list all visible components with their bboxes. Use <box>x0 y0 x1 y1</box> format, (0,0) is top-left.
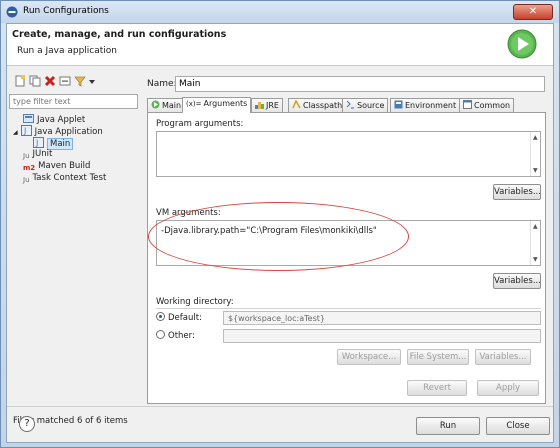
tab-source[interactable]: Source <box>342 98 389 112</box>
tree-item-java-application[interactable]: ◢ J Java Application <box>13 125 103 137</box>
new-config-icon[interactable] <box>14 75 26 87</box>
source-icon <box>346 100 354 109</box>
vm-args-scrollbar[interactable]: ▲ ▼ <box>530 221 540 265</box>
default-directory-field: ${workspace_loc:aTest} <box>223 311 541 325</box>
default-radio-label: Default: <box>168 313 202 323</box>
header-title: Create, manage, and run configurations <box>12 29 227 40</box>
filter-config-icon[interactable] <box>74 75 86 87</box>
tree-item-label: Task Context Test <box>32 173 107 183</box>
run-banner-icon <box>507 29 537 59</box>
other-radio-label: Other: <box>168 331 195 341</box>
configuration-list-pane: Java Applet ◢JJava Application JMain JuJ… <box>9 72 141 426</box>
configuration-editor-pane: Name: Main (x)=Arguments JRE Classpath S… <box>144 72 551 408</box>
dialog-client: Create, manage, and run configurations R… <box>6 23 554 443</box>
program-variables-button[interactable]: Variables... <box>493 184 541 200</box>
tab-jre[interactable]: JRE <box>251 98 283 112</box>
file-system-button[interactable]: File System... <box>407 349 469 365</box>
java-app-icon: J <box>33 137 44 148</box>
dialog-header: Create, manage, and run configurations R… <box>7 24 553 66</box>
close-button[interactable]: Close <box>486 417 550 435</box>
chevron-down-icon[interactable] <box>88 75 96 87</box>
svg-text:J: J <box>35 139 38 148</box>
vm-arguments-label: VM arguments: <box>156 208 221 218</box>
tab-label: Arguments <box>203 99 248 108</box>
name-row: Name: <box>147 76 547 94</box>
tree-item-label: Maven Build <box>38 161 91 171</box>
tab-label: Common <box>474 101 511 110</box>
java-app-icon: J <box>20 125 32 136</box>
tree-item-main[interactable]: J Main <box>33 137 74 150</box>
revert-button[interactable]: Revert <box>407 380 467 396</box>
config-tabs: Main (x)= Arguments JRE Classpath Source … <box>147 97 545 113</box>
radio-unselected-icon <box>156 330 165 339</box>
tree-item-label: Java Application <box>34 127 103 137</box>
window-title: Run Configurations <box>23 6 109 16</box>
default-radio[interactable]: Default: <box>156 312 202 323</box>
footer-separator <box>7 406 553 407</box>
config-toolbar <box>11 72 139 92</box>
working-directory-separator <box>156 308 541 309</box>
expand-arrow-icon[interactable]: ◢ <box>13 129 18 136</box>
main-tab-icon <box>151 100 160 109</box>
name-input[interactable] <box>175 76 545 92</box>
tab-common[interactable]: Common <box>459 98 515 112</box>
tab-label: JRE <box>266 101 279 110</box>
tree-item-label: JUnit <box>32 149 53 159</box>
apply-button[interactable]: Apply <box>477 380 539 396</box>
tab-label: Environment <box>405 101 457 110</box>
run-app-icon <box>6 6 18 18</box>
tab-main[interactable]: Main <box>147 98 186 112</box>
workspace-button[interactable]: Workspace... <box>337 349 401 365</box>
tree-item-maven-build[interactable]: m2 Maven Build <box>23 161 90 173</box>
program-arguments-label: Program arguments: <box>156 119 244 129</box>
help-icon[interactable]: ? <box>19 416 35 432</box>
task-context-icon: Ju <box>23 176 30 184</box>
header-subtitle: Run a Java application <box>17 46 118 56</box>
window-close-button[interactable]: ✕ <box>513 4 553 20</box>
tab-label: Source <box>357 101 385 110</box>
duplicate-config-icon[interactable] <box>29 75 41 87</box>
tree-item-label: Java Applet <box>37 115 86 125</box>
filter-input[interactable] <box>9 94 138 109</box>
arguments-panel: Program arguments: ▲ ▼ Variables... VM ar… <box>147 112 546 404</box>
classpath-icon <box>292 100 301 109</box>
tab-label: Classpath <box>303 101 343 110</box>
delete-config-icon[interactable] <box>44 75 56 87</box>
tab-classpath[interactable]: Classpath <box>288 98 347 112</box>
working-directory-label: Working directory: <box>156 297 234 307</box>
name-label: Name: <box>147 79 177 89</box>
applet-icon <box>23 114 34 123</box>
vm-arguments-text: -Djava.library.path="C:\Program Files\mo… <box>161 226 377 236</box>
tree-item-java-applet[interactable]: Java Applet <box>23 113 85 125</box>
arguments-tab-icon: (x)= <box>186 100 202 108</box>
collapse-all-icon[interactable] <box>59 75 71 87</box>
run-button[interactable]: Run <box>416 417 480 435</box>
title-bar: Run Configurations ✕ <box>1 1 559 23</box>
common-icon <box>463 100 472 109</box>
program-arguments-textarea[interactable]: ▲ ▼ <box>156 131 541 177</box>
svg-text:J: J <box>23 127 26 136</box>
run-configurations-window: Run Configurations ✕ Create, manage, and… <box>0 0 560 448</box>
environment-icon <box>394 100 403 109</box>
jre-icon <box>255 102 264 109</box>
vm-variables-button[interactable]: Variables... <box>493 273 541 289</box>
program-args-scrollbar[interactable]: ▲ ▼ <box>530 132 540 176</box>
vm-arguments-textarea[interactable]: -Djava.library.path="C:\Program Files\mo… <box>156 220 541 266</box>
tab-environment[interactable]: Environment <box>390 98 461 112</box>
tree-item-task-context-test[interactable]: Ju Task Context Test <box>23 173 106 185</box>
tab-arguments[interactable]: (x)= Arguments <box>182 97 252 113</box>
radio-selected-icon <box>156 312 165 321</box>
tree-item-junit[interactable]: Ju JUnit <box>23 149 52 161</box>
other-directory-field[interactable] <box>223 329 541 343</box>
other-radio[interactable]: Other: <box>156 330 195 341</box>
working-variables-button[interactable]: Variables... <box>475 349 531 365</box>
tab-label: Main <box>162 101 182 110</box>
